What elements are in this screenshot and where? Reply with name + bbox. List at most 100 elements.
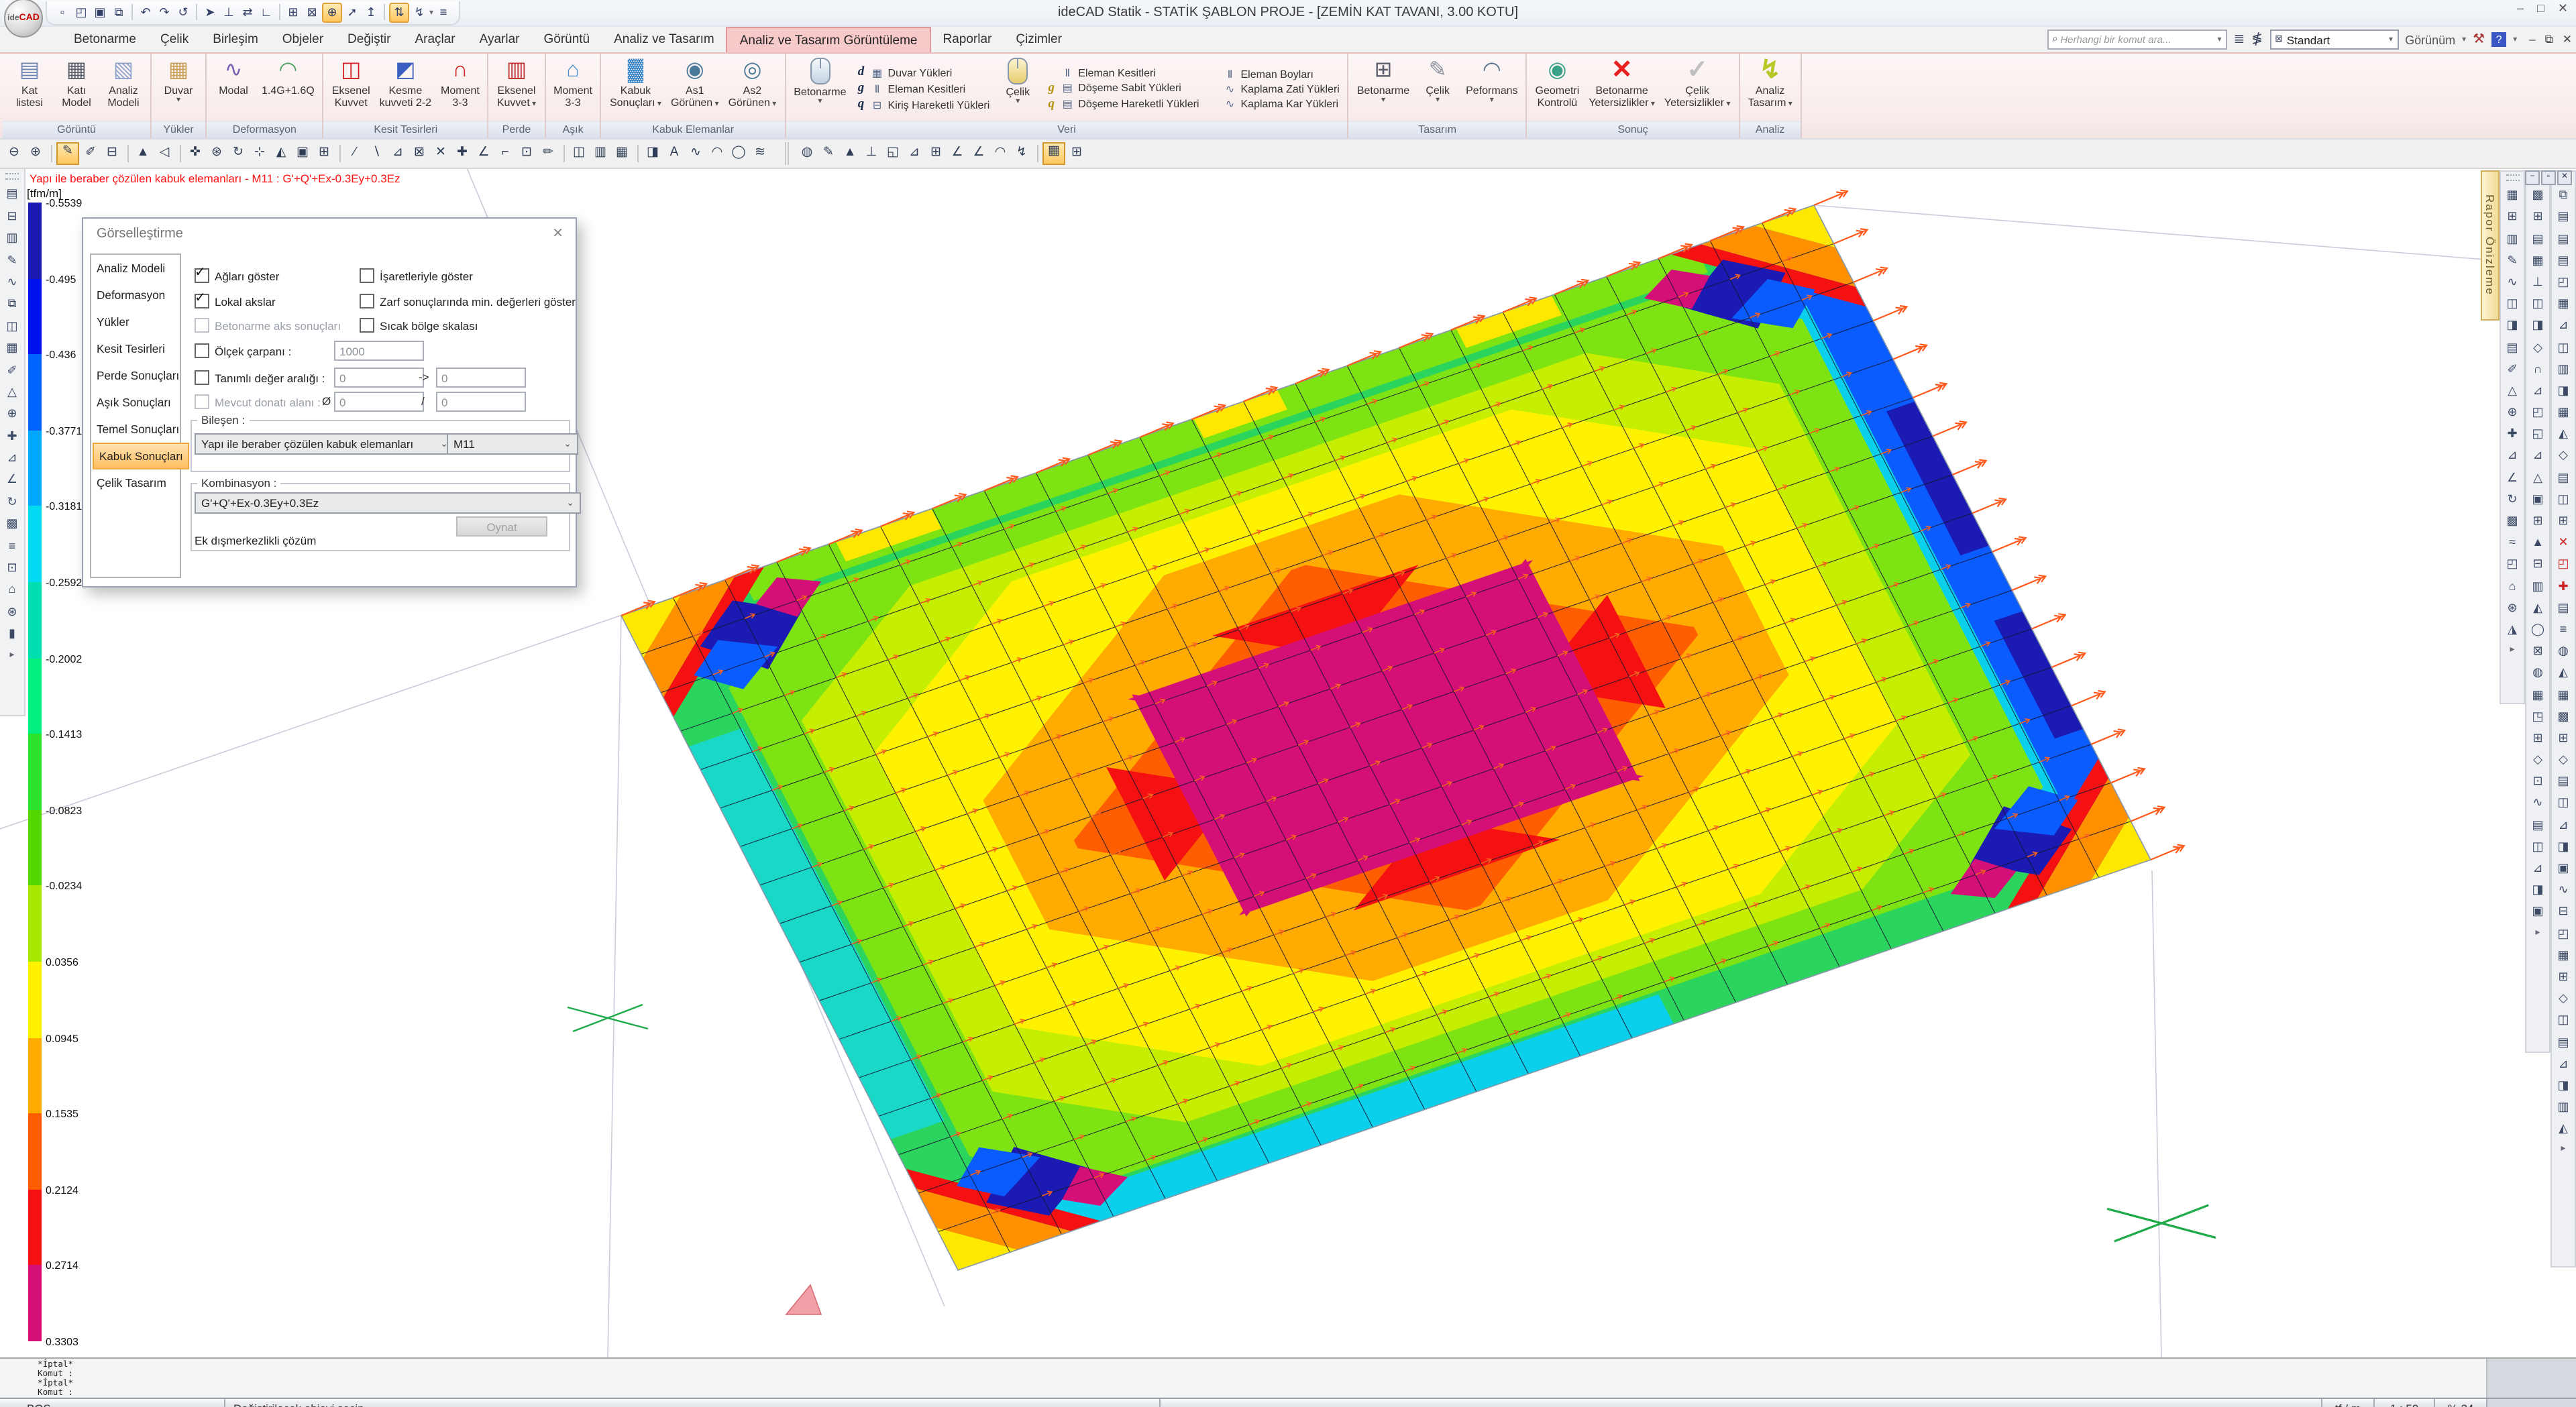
- ribbon-button-duvar[interactable]: ▦Duvar▾: [156, 56, 201, 121]
- right-tool-icon-1-3[interactable]: ▦: [2528, 252, 2547, 271]
- left-tool-icon-9[interactable]: △: [3, 384, 21, 402]
- checkbox-olcek-carpani[interactable]: Ölçek çarpanı :: [195, 343, 291, 358]
- ribbon-item-kiri-hareketli-y-kleri[interactable]: q⊟Kiriş Hareketli Yükleri: [856, 98, 990, 111]
- right-tool-icon-2-21[interactable]: ◍: [2554, 642, 2573, 661]
- draw-tool-icon-12[interactable]: ↻: [228, 144, 248, 164]
- right-tool-icon-2-26[interactable]: ◇: [2554, 751, 2573, 770]
- undo-icon[interactable]: ↶: [137, 3, 154, 21]
- right-tool-icon-0-6[interactable]: ◨: [2503, 317, 2522, 336]
- draw-tool-icon-21[interactable]: ⊠: [409, 144, 429, 164]
- dimension-mode-icon[interactable]: ⇅: [389, 2, 409, 22]
- right-tool-icon-1-11[interactable]: ◱: [2528, 426, 2547, 445]
- left-tool-icon-8[interactable]: ✐: [3, 361, 21, 380]
- menu-objeler[interactable]: Objeler: [270, 27, 335, 52]
- ribbon-button-analiz-tasar-m[interactable]: ↯AnalizTasarım ▾: [1744, 56, 1796, 121]
- right-tool-icon-1-22[interactable]: ◍: [2528, 665, 2547, 683]
- right-tool-icon-0-5[interactable]: ◫: [2503, 295, 2522, 314]
- ribbon-button-peformans[interactable]: ◠Peformans▾: [1462, 56, 1521, 121]
- draw-tool-icon-22[interactable]: ✕: [431, 144, 451, 164]
- draw-tool-icon-24[interactable]: ∠: [474, 144, 494, 164]
- left-tool-icon-1[interactable]: ⊟: [3, 208, 21, 227]
- analysis-tool-icon-0[interactable]: ◍: [797, 144, 817, 164]
- analysis-tool-icon-5[interactable]: ⊿: [904, 144, 924, 164]
- right-tool-icon-1-14[interactable]: ▣: [2528, 491, 2547, 510]
- draw-tool-icon-18[interactable]: ∕: [345, 144, 365, 164]
- toolbar-expander-icon[interactable]: ▸: [2535, 926, 2540, 937]
- perpendicular-snap-icon[interactable]: ⊥: [220, 3, 237, 21]
- right-tool-icon-2-33[interactable]: ⊟: [2554, 903, 2573, 922]
- range-to-input[interactable]: 0: [436, 368, 526, 388]
- left-tool-icon-20[interactable]: ▮: [3, 625, 21, 644]
- analysis-tool-icon-1[interactable]: ✎: [818, 144, 839, 164]
- draw-tool-icon-36[interactable]: ◠: [707, 144, 727, 164]
- command-search-input[interactable]: ⌕ Herhangi bir komut ara... ▾: [2047, 30, 2227, 50]
- left-tool-icon-0[interactable]: ▤: [3, 186, 21, 205]
- right-tool-icon-2-7[interactable]: ◫: [2554, 339, 2573, 357]
- right-tool-icon-1-23[interactable]: ▦: [2528, 686, 2547, 705]
- ribbon-button-kat-listesi[interactable]: ▤Katlistesi: [7, 56, 52, 121]
- right-tool-icon-1-13[interactable]: △: [2528, 469, 2547, 488]
- right-tool-icon-0-19[interactable]: ⊛: [2503, 600, 2522, 618]
- right-tool-icon-0-16[interactable]: ≈: [2503, 534, 2522, 553]
- right-tool-icon-2-35[interactable]: ▦: [2554, 947, 2573, 966]
- left-tool-icon-7[interactable]: ▦: [3, 339, 21, 358]
- ribbon-button-betonarme-yetersizlikler[interactable]: ✕BetonarmeYetersizlikler ▾: [1585, 56, 1659, 121]
- right-tool-icon-2-13[interactable]: ▤: [2554, 469, 2573, 488]
- right-tool-icon-2-30[interactable]: ◨: [2554, 838, 2573, 857]
- right-tool-icon-2-31[interactable]: ▣: [2554, 860, 2573, 879]
- left-tool-icon-10[interactable]: ⊕: [3, 406, 21, 425]
- checkbox-lokal-akslar[interactable]: Lokal akslar: [195, 294, 276, 308]
- select-cursor-icon[interactable]: ➤: [201, 3, 219, 21]
- checkbox-isaretleriyle[interactable]: İşaretleriyle göster: [360, 268, 473, 283]
- right-tool-icon-2-6[interactable]: ⊿: [2554, 317, 2573, 336]
- left-tool-icon-12[interactable]: ⊿: [3, 449, 21, 468]
- left-tool-icon-16[interactable]: ≡: [3, 537, 21, 556]
- draw-tool-icon-38[interactable]: ≋: [750, 144, 770, 164]
- toolbar-expander-icon[interactable]: ▸: [2510, 644, 2514, 655]
- right-tool-icon-2-11[interactable]: ◭: [2554, 426, 2573, 445]
- analysis-tool-icon-9[interactable]: ◠: [990, 144, 1010, 164]
- restore-button[interactable]: □: [2537, 1, 2544, 16]
- analysis-tool-icon-10[interactable]: ↯: [1012, 144, 1032, 164]
- scale-factor-input[interactable]: 1000: [334, 341, 424, 361]
- save-icon[interactable]: ▣: [91, 3, 109, 21]
- range-from-input[interactable]: 0: [334, 368, 424, 388]
- ribbon-item-eleman-kesitleri[interactable]: ⅡEleman Kesitleri: [1046, 66, 1199, 78]
- right-tool-icon-2-19[interactable]: ▤: [2554, 600, 2573, 618]
- grid-snap-icon[interactable]: ⊞: [284, 3, 302, 21]
- ribbon-button-kat-model[interactable]: ▦KatıModel: [54, 56, 99, 121]
- right-tool-icon-2-34[interactable]: ◰: [2554, 925, 2573, 944]
- document-restore-button[interactable]: ⧉: [2545, 32, 2553, 47]
- menu-raporlar[interactable]: Raporlar: [930, 27, 1004, 52]
- ribbon-item-kaplama-kar-y-kleri[interactable]: ∿Kaplama Kar Yükleri: [1209, 97, 1340, 109]
- draw-tool-icon-13[interactable]: ⊹: [250, 144, 270, 164]
- analysis-tool-icon-13[interactable]: ⊞: [1067, 144, 1087, 164]
- menu-g-r-nt[interactable]: Görüntü: [531, 27, 602, 52]
- play-button[interactable]: Oynat: [456, 516, 547, 537]
- draw-tool-icon-30[interactable]: ▥: [590, 144, 610, 164]
- right-tool-icon-0-11[interactable]: ✚: [2503, 426, 2522, 445]
- right-tool-icon-2-37[interactable]: ◇: [2554, 990, 2573, 1009]
- node-snap-icon[interactable]: ↥: [362, 3, 380, 21]
- right-tool-icon-1-24[interactable]: ◳: [2528, 708, 2547, 726]
- draw-tool-icon-31[interactable]: ▦: [612, 144, 632, 164]
- dialog-list-item-a-k-sonu-lar[interactable]: Aşık Sonuçları: [91, 389, 180, 416]
- menu-analiz-ve-tasar-m[interactable]: Analiz ve Tasarım: [602, 27, 727, 52]
- right-tool-icon-2-40[interactable]: ⊿: [2554, 1055, 2573, 1074]
- right-tool-icon-1-2[interactable]: ▤: [2528, 230, 2547, 249]
- right-tool-icon-2-5[interactable]: ▦: [2554, 295, 2573, 314]
- save-all-icon[interactable]: ⧉: [110, 3, 127, 21]
- viewport-minimize-button[interactable]: −: [2525, 170, 2540, 185]
- snap-lock-icon[interactable]: ⊕: [322, 2, 342, 22]
- right-tool-icon-2-38[interactable]: ◫: [2554, 1012, 2573, 1031]
- open-file-icon[interactable]: ◰: [72, 3, 90, 21]
- draw-tool-icon-5[interactable]: ⊟: [102, 144, 122, 164]
- menu-ayarlar[interactable]: Ayarlar: [468, 27, 532, 52]
- right-tool-icon-2-32[interactable]: ∿: [2554, 881, 2573, 900]
- draw-tool-icon-7[interactable]: ▲: [133, 144, 153, 164]
- menu-de-i-tir[interactable]: Değiştir: [335, 27, 402, 52]
- dialog-list-item-elik-tasar-m[interactable]: Çelik Tasarım: [91, 469, 180, 496]
- toolbar-expander-icon[interactable]: ▸: [2561, 1143, 2565, 1154]
- right-tool-icon-0-8[interactable]: ✐: [2503, 360, 2522, 379]
- ribbon-button-kabuk-sonu-lar[interactable]: ▓KabukSonuçları ▾: [606, 56, 665, 121]
